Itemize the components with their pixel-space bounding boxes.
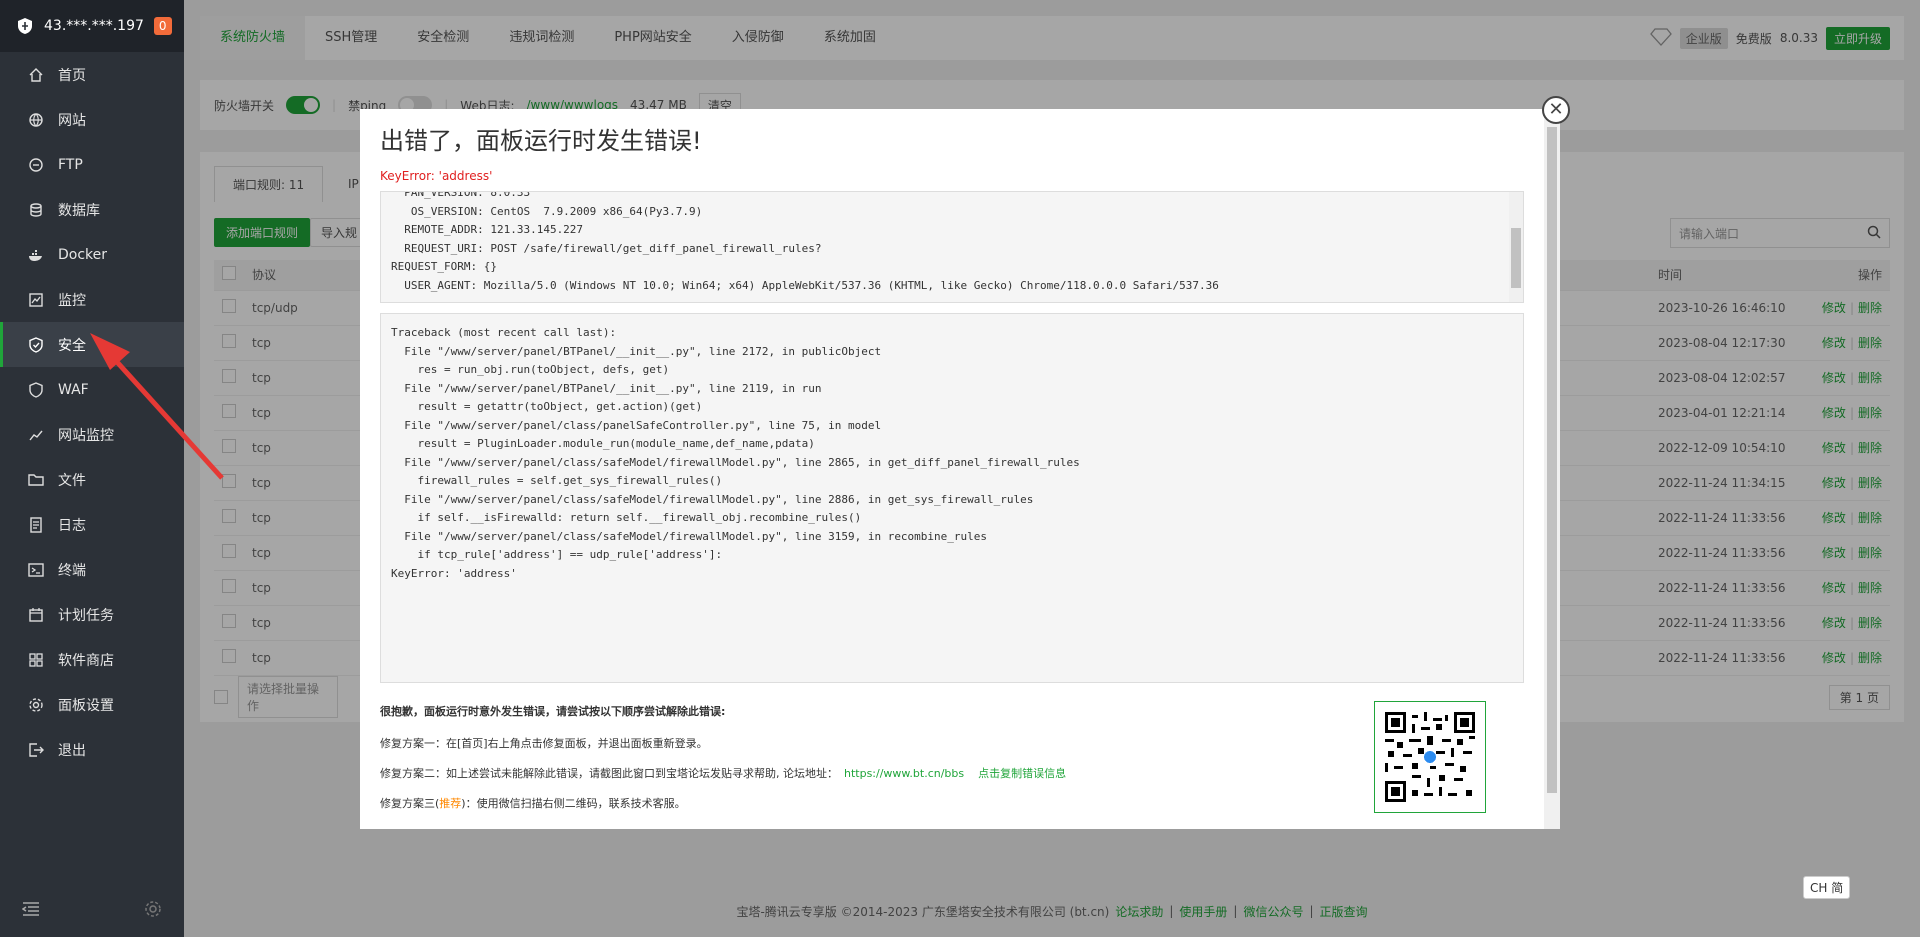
- fix-option-3: 修复方案三(推荐)：使用微信扫描右侧二维码，联系技术客服。: [380, 795, 1524, 811]
- settings-gear-icon[interactable]: [144, 900, 162, 922]
- waf-shield-icon: [28, 381, 44, 398]
- sidebar-item-gear[interactable]: 面板设置: [0, 682, 184, 727]
- fix-option-3-prefix: 修复方案三(: [380, 797, 440, 810]
- sidebar-item-label: Docker: [58, 246, 108, 263]
- red-arrow-annotation: [90, 333, 224, 480]
- bt-logo-icon: [16, 15, 34, 37]
- logout-icon: [28, 742, 44, 758]
- docker-icon: [28, 247, 44, 263]
- sidebar-item-calendar[interactable]: 计划任务: [0, 592, 184, 637]
- modal-scrollbar[interactable]: [1544, 109, 1560, 829]
- error-dialog: 出错了，面板运行时发生错误! KeyError: 'address' PAN_V…: [360, 109, 1560, 829]
- log-icon: [28, 516, 44, 533]
- forum-link[interactable]: https://www.bt.cn/bbs: [844, 767, 964, 780]
- fix-option-2-text: 修复方案二：如上述尝试未能解除此错误，请截图此窗口到宝塔论坛发贴寻求帮助, 论坛…: [380, 767, 838, 780]
- sidebar-item-label: 日志: [58, 517, 86, 534]
- calendar-icon: [28, 607, 44, 623]
- copy-error-link[interactable]: 点击复制错误信息: [978, 767, 1066, 780]
- shield-icon: [28, 336, 44, 353]
- sidebar-item-label: 面板设置: [58, 697, 114, 714]
- sidebar-item-label: 监控: [58, 292, 86, 309]
- sidebar-item-label: 网站: [58, 112, 86, 129]
- terminal-icon: [28, 562, 44, 578]
- language-switch[interactable]: CH 简: [1803, 876, 1851, 899]
- close-dialog-icon[interactable]: ✕: [1542, 96, 1570, 124]
- monitor-icon: [28, 292, 44, 308]
- sidebar-header: 43.***.***.197 0: [0, 0, 184, 52]
- help-section: 很抱歉，面板运行时意外发生错误，请尝试按以下顺序尝试解除此错误: 修复方案一：在…: [380, 701, 1524, 813]
- chart-icon: [28, 427, 44, 443]
- globe-icon: [28, 112, 44, 128]
- folder-icon: [28, 472, 44, 488]
- wechat-qr-code: [1374, 701, 1486, 813]
- sidebar-item-apps[interactable]: 软件商店: [0, 637, 184, 682]
- apps-icon: [28, 652, 44, 668]
- sidebar-item-monitor[interactable]: 监控: [0, 277, 184, 322]
- sidebar-item-ftp[interactable]: FTP: [0, 142, 184, 187]
- fix-option-2: 修复方案二：如上述尝试未能解除此错误，请截图此窗口到宝塔论坛发贴寻求帮助, 论坛…: [380, 765, 1524, 781]
- traceback-box: Traceback (most recent call last): File …: [380, 313, 1524, 683]
- sidebar-item-label: 软件商店: [58, 652, 114, 669]
- sidebar-item-log[interactable]: 日志: [0, 502, 184, 547]
- recommended-tag: 推荐: [439, 797, 462, 810]
- sidebar-item-label: 数据库: [58, 202, 100, 219]
- server-ip: 43.***.***.197: [44, 18, 144, 34]
- sidebar-item-label: 首页: [58, 67, 86, 84]
- collapse-menu-icon[interactable]: [21, 901, 40, 921]
- environment-info-text: PAN_VERSION: 8.0.33 OS_VERSION: CentOS 7…: [391, 191, 1219, 292]
- env-scrollbar[interactable]: [1509, 192, 1523, 302]
- gear-icon: [28, 697, 44, 713]
- ftp-icon: [28, 157, 44, 173]
- sidebar-item-database[interactable]: 数据库: [0, 187, 184, 232]
- sidebar-item-globe[interactable]: 网站: [0, 97, 184, 142]
- fix-option-3-text: )：使用微信扫描右侧二维码，联系技术客服。: [461, 797, 686, 810]
- notification-badge[interactable]: 0: [153, 17, 172, 35]
- error-message: KeyError: 'address': [380, 169, 493, 183]
- sidebar-item-home[interactable]: 首页: [0, 52, 184, 97]
- sidebar-item-label: 终端: [58, 562, 86, 579]
- sidebar-footer: [0, 885, 184, 937]
- sidebar-item-label: 退出: [58, 742, 86, 759]
- database-icon: [28, 202, 44, 218]
- sidebar-item-terminal[interactable]: 终端: [0, 547, 184, 592]
- fix-option-1: 修复方案一：在[首页]右上角点击修复面板，并退出面板重新登录。: [380, 737, 708, 750]
- help-title: 很抱歉，面板运行时意外发生错误，请尝试按以下顺序尝试解除此错误:: [380, 705, 726, 718]
- sidebar-item-label: FTP: [58, 156, 83, 173]
- sidebar-item-label: 计划任务: [58, 607, 114, 624]
- error-title: 出错了，面板运行时发生错误!: [380, 127, 702, 155]
- sidebar-item-docker[interactable]: Docker: [0, 232, 184, 277]
- environment-info-box: PAN_VERSION: 8.0.33 OS_VERSION: CentOS 7…: [380, 191, 1524, 303]
- traceback-text: Traceback (most recent call last): File …: [391, 326, 1080, 580]
- home-icon: [28, 67, 44, 83]
- sidebar-item-logout[interactable]: 退出: [0, 727, 184, 772]
